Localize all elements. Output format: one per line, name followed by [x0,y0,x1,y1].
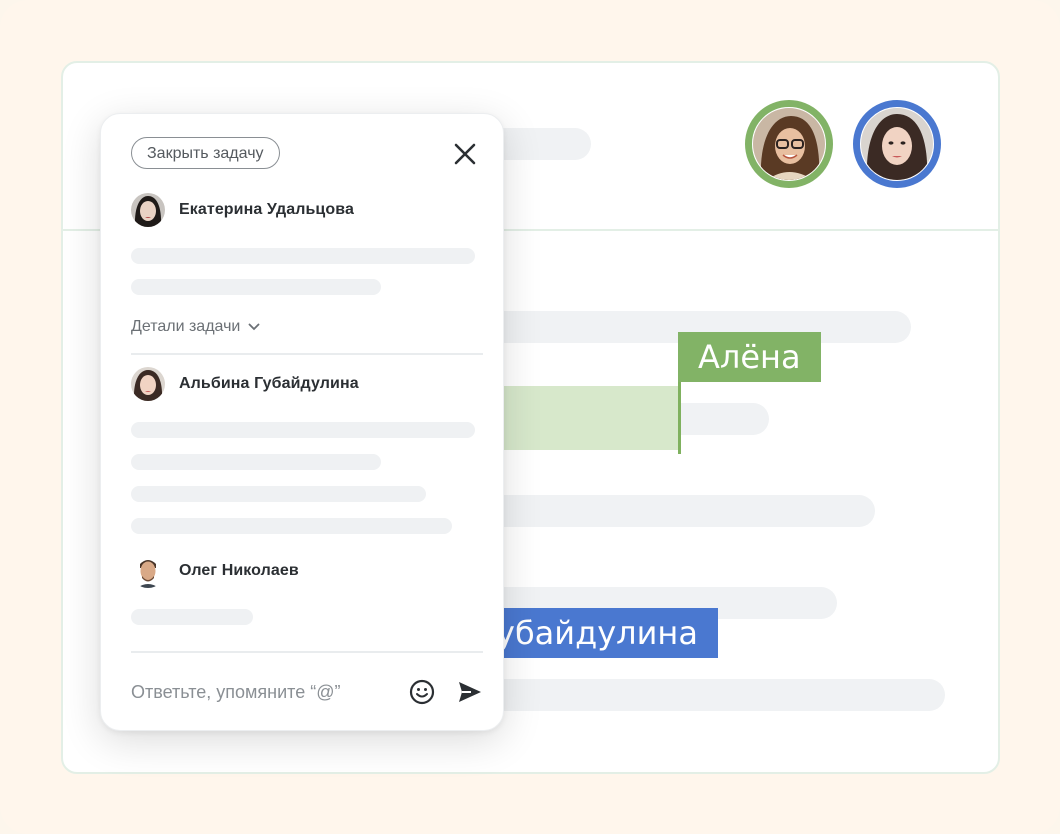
comment-author-name: Екатерина Удальцова [179,201,354,218]
cursor-tag-label: убайдулина [496,614,698,652]
comment-text-placeholder [131,609,253,625]
avatar [131,367,165,401]
text-selection-highlight [496,386,678,450]
close-task-button[interactable]: Закрыть задачу [131,137,280,169]
avatar [131,193,165,227]
emoji-icon[interactable] [409,679,435,705]
comment-text-placeholder [131,518,452,534]
avatar-image [753,108,825,180]
comment-author-name: Альбина Губайдулина [179,375,359,392]
text-line-placeholder [443,679,945,711]
send-icon[interactable] [457,680,483,704]
comment-panel: Закрыть задачу Екатерина Удальцова Детал… [100,113,504,731]
comment-author-row: Альбина Губайдулина [131,367,359,401]
task-details-toggle[interactable]: Детали задачи [131,318,260,336]
close-icon[interactable] [451,140,479,168]
comment-text-placeholder [131,486,426,502]
chevron-down-icon [248,323,260,331]
cursor-tag-gubaidulina: убайдулина [496,608,718,658]
text-line-placeholder [443,311,911,343]
text-line-placeholder [443,495,875,527]
comment-author-name: Олег Николаев [179,562,299,579]
cursor-tag-alena: Алёна [678,332,821,382]
divider [131,651,483,653]
avatar-image [861,108,933,180]
reply-input[interactable] [131,682,381,703]
avatar [131,554,165,588]
comment-text-placeholder [131,279,381,295]
divider [131,353,483,355]
avatar-alena[interactable] [745,100,833,188]
task-details-label: Детали задачи [131,318,241,335]
avatar-albina[interactable] [853,100,941,188]
comment-text-placeholder [131,422,475,438]
comment-author-row: Олег Николаев [131,554,299,588]
comment-text-placeholder [131,454,381,470]
comment-text-placeholder [131,248,475,264]
comment-author-row: Екатерина Удальцова [131,193,354,227]
